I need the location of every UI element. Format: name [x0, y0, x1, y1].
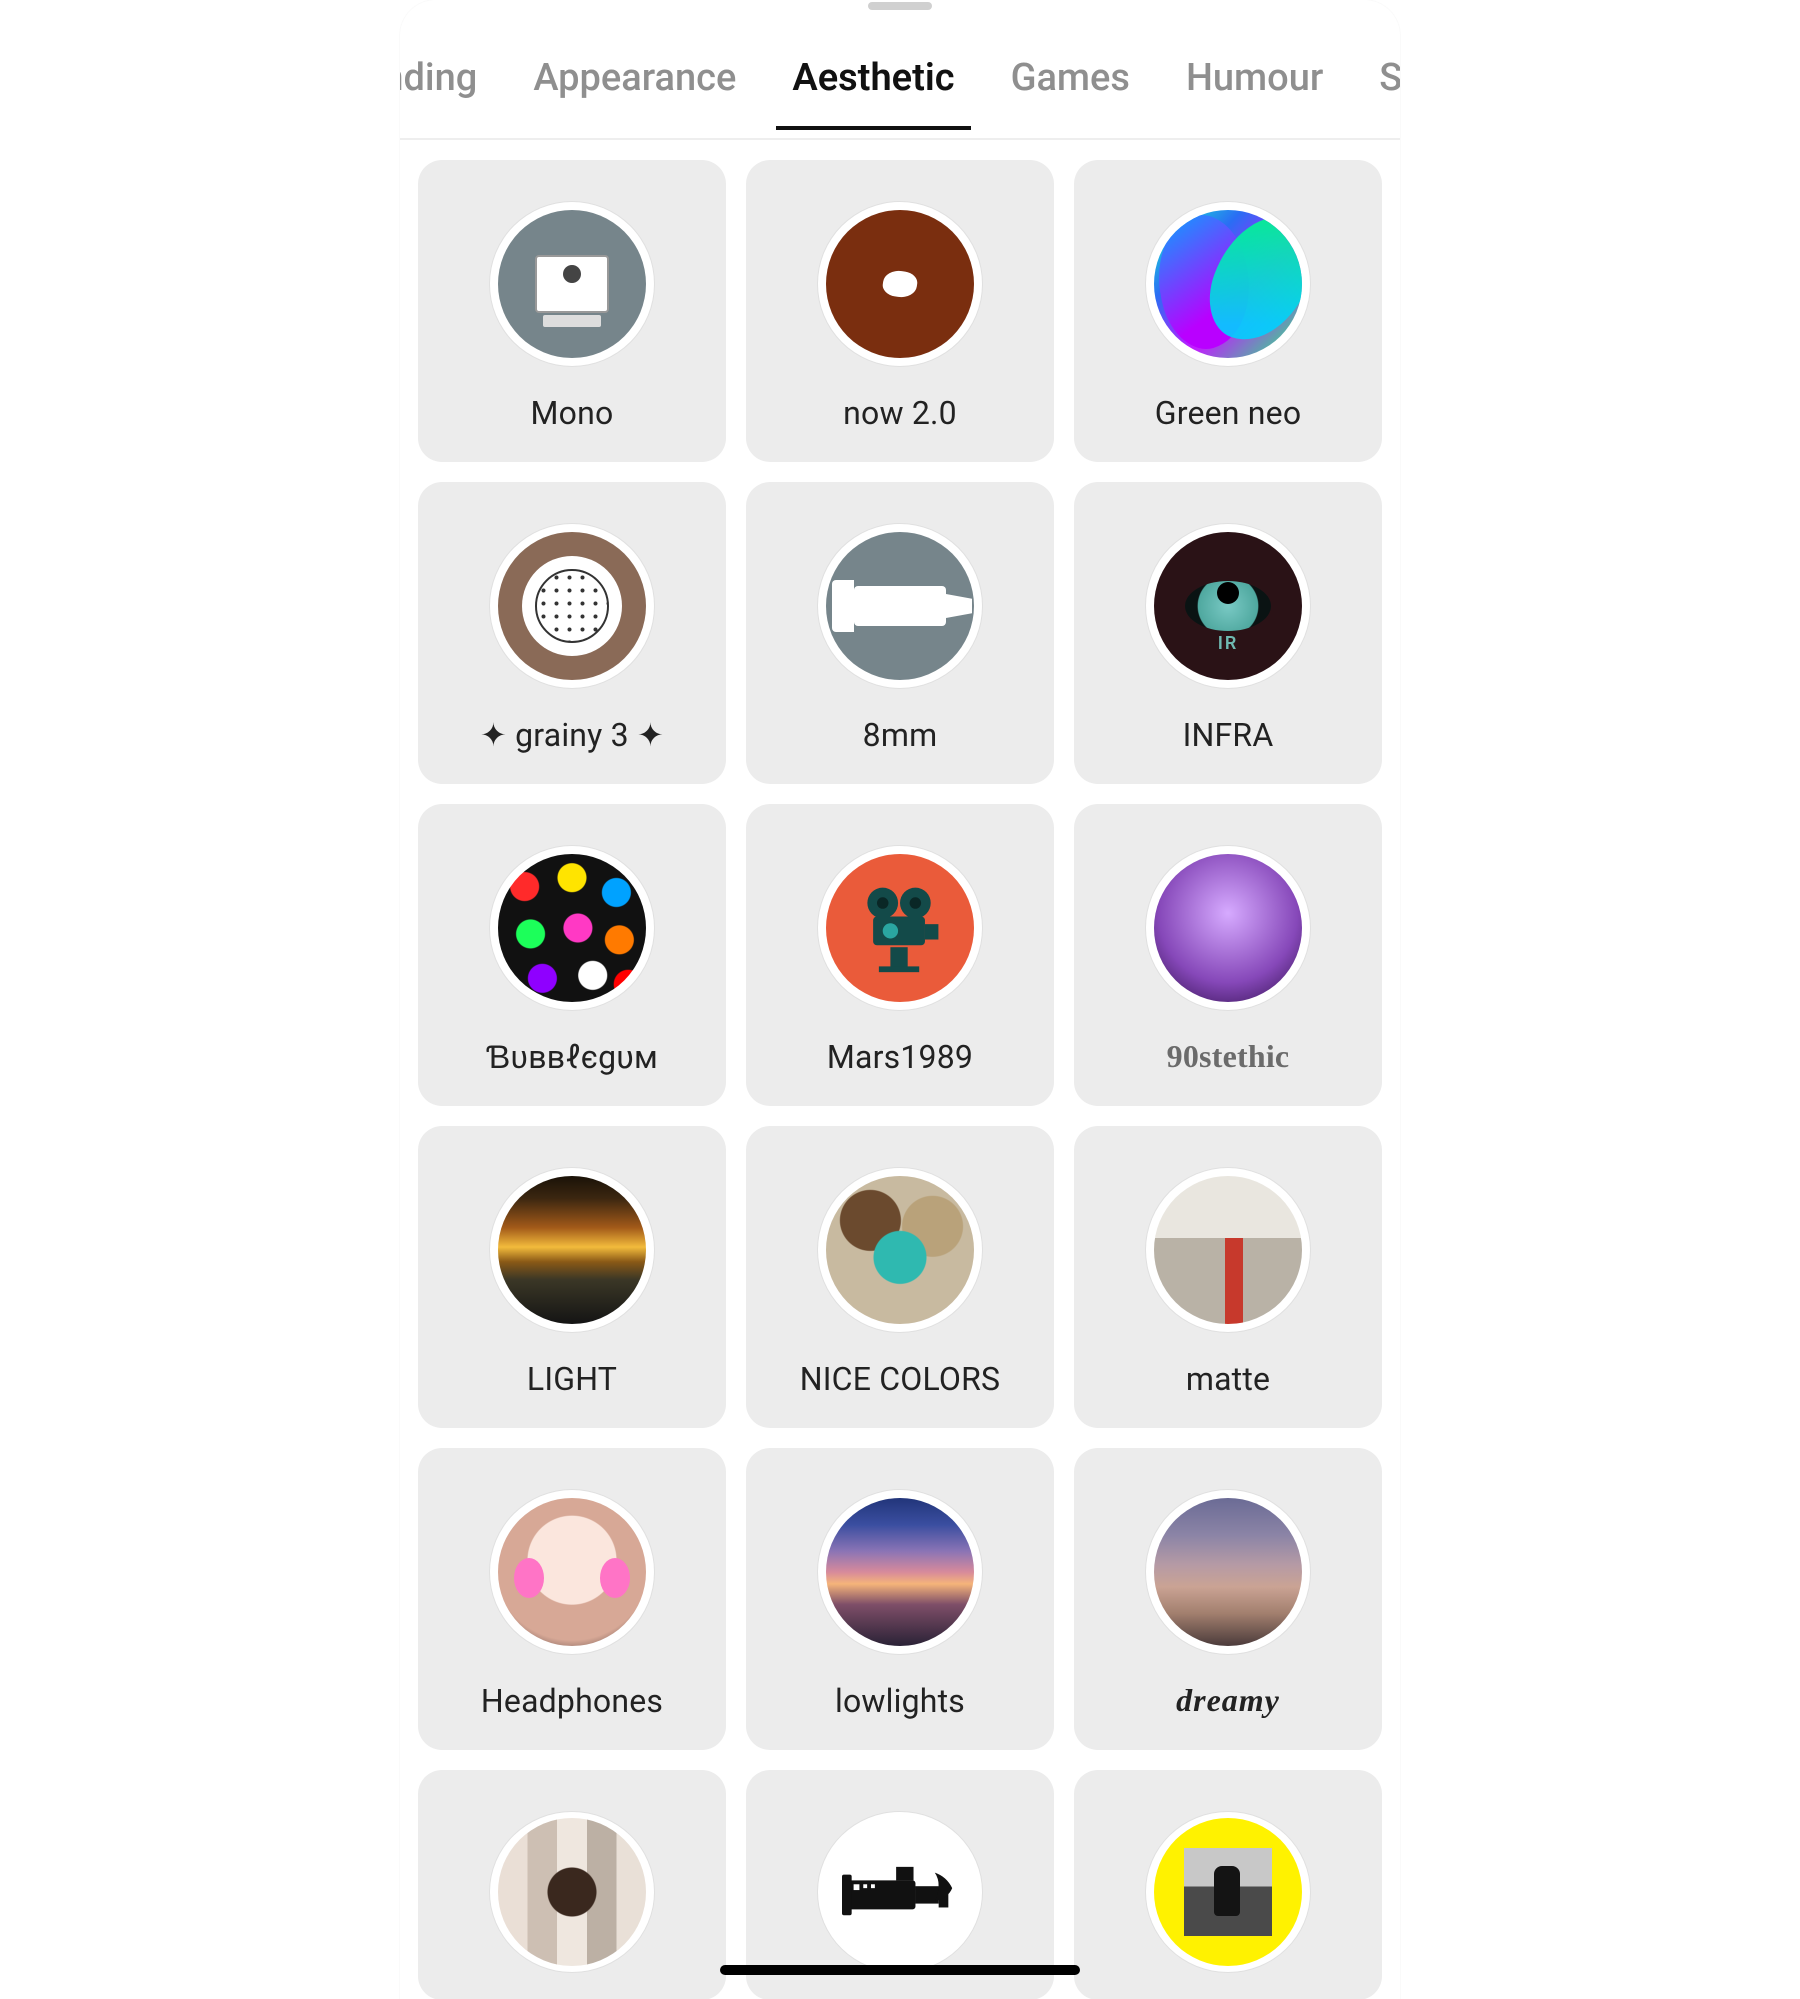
- filter-avatar: [490, 202, 654, 366]
- filter-card-8mm[interactable]: 8mm: [746, 482, 1054, 784]
- earth-tones-icon: [826, 1176, 974, 1324]
- tab-appearance[interactable]: Appearance: [505, 56, 764, 128]
- sheet-drag-handle[interactable]: [868, 2, 932, 10]
- yellow-square-photo-icon: [1154, 1818, 1302, 1966]
- filter-avatar: [1146, 846, 1310, 1010]
- filter-label: now 2.0: [843, 394, 957, 432]
- filter-avatar: [490, 1490, 654, 1654]
- filter-card-partial-1[interactable]: [418, 1770, 726, 1999]
- filter-card-nice-colors[interactable]: NICE COLORS: [746, 1126, 1054, 1428]
- dusk-clouds-icon: [1154, 1498, 1302, 1646]
- filter-card-matte[interactable]: matte: [1074, 1126, 1382, 1428]
- filter-label: Ɓʋввℓєgυм: [486, 1038, 658, 1076]
- filter-avatar: [1146, 1490, 1310, 1654]
- category-tabs: ending Appearance Aesthetic Games Humour…: [400, 46, 1400, 140]
- filter-avatar: [1146, 1812, 1310, 1972]
- filter-card-mono[interactable]: Mono: [418, 160, 726, 462]
- filter-label: 90stethic: [1167, 1038, 1290, 1075]
- filter-label: ✦ grainy 3 ✦: [480, 716, 664, 754]
- filter-card-lowlights[interactable]: lowlights: [746, 1448, 1054, 1750]
- filter-avatar: [490, 1168, 654, 1332]
- filter-avatar: [1146, 1168, 1310, 1332]
- filter-label: Headphones: [481, 1682, 663, 1720]
- filter-label: Green neo: [1155, 394, 1302, 432]
- movie-camera-svg: [852, 880, 948, 976]
- film-camera-icon: [826, 532, 974, 680]
- headphones-portrait-icon: [498, 1498, 646, 1646]
- filter-sheet: ending Appearance Aesthetic Games Humour…: [400, 0, 1400, 1999]
- filter-label: Mono: [531, 394, 614, 432]
- filter-avatar: [818, 1812, 982, 1972]
- filter-label: dreamy: [1176, 1682, 1280, 1719]
- filter-card-grainy3[interactable]: ✦ grainy 3 ✦: [418, 482, 726, 784]
- filter-card-headphones[interactable]: Headphones: [418, 1448, 726, 1750]
- filter-label: matte: [1186, 1360, 1270, 1398]
- polaroid-camera-icon: [498, 210, 646, 358]
- movie-camera-icon: [826, 854, 974, 1002]
- filter-label: Mars1989: [827, 1038, 973, 1076]
- filter-avatar: [818, 524, 982, 688]
- filter-card-bubblegum[interactable]: Ɓʋввℓєgυм: [418, 804, 726, 1106]
- tab-trending[interactable]: ending: [400, 56, 505, 128]
- purple-portrait-icon: [1154, 854, 1302, 1002]
- filter-label: NICE COLORS: [800, 1360, 1000, 1398]
- filter-label: LIGHT: [527, 1360, 617, 1398]
- infrared-eye-icon: IR: [1154, 532, 1302, 680]
- filter-card-90stethic[interactable]: 90stethic: [1074, 804, 1382, 1106]
- filter-avatar: [490, 524, 654, 688]
- filter-label: lowlights: [835, 1682, 965, 1720]
- street-building-icon: [1154, 1176, 1302, 1324]
- tab-games[interactable]: Games: [983, 56, 1158, 128]
- black-film-camera-icon: [826, 1818, 974, 1966]
- filter-card-mars1989[interactable]: Mars1989: [746, 804, 1054, 1106]
- motion-blur-portrait-icon: [498, 1818, 646, 1966]
- filter-avatar: [818, 846, 982, 1010]
- filter-label: 8mm: [863, 716, 938, 754]
- sunset-ocean-icon: [498, 1176, 646, 1324]
- filter-card-dreamy[interactable]: dreamy: [1074, 1448, 1382, 1750]
- filter-label: INFRA: [1183, 716, 1274, 754]
- tab-next-partial[interactable]: S: [1351, 56, 1400, 128]
- filter-card-now20[interactable]: now 2.0: [746, 160, 1054, 462]
- filter-avatar: [490, 846, 654, 1010]
- filter-avatar: IR: [1146, 524, 1310, 688]
- tab-aesthetic[interactable]: Aesthetic: [764, 56, 982, 128]
- filter-avatar: [818, 202, 982, 366]
- filter-avatar: [818, 1490, 982, 1654]
- home-indicator[interactable]: [720, 1965, 1080, 1975]
- sunset-sky-icon: [826, 1498, 974, 1646]
- filter-card-green-neo[interactable]: Green neo: [1074, 160, 1382, 462]
- grain-disc-icon: [498, 532, 646, 680]
- gumballs-icon: [498, 854, 646, 1002]
- tab-humour[interactable]: Humour: [1158, 56, 1351, 128]
- filter-avatar: [1146, 202, 1310, 366]
- brown-circle-icon: [826, 210, 974, 358]
- filter-card-infra[interactable]: IR INFRA: [1074, 482, 1382, 784]
- filter-card-partial-3[interactable]: [1074, 1770, 1382, 1999]
- filter-avatar: [490, 1812, 654, 1972]
- filter-card-light[interactable]: LIGHT: [418, 1126, 726, 1428]
- filter-avatar: [818, 1168, 982, 1332]
- filter-grid: Mono now 2.0 Green neo ✦ grainy 3 ✦: [418, 160, 1382, 1999]
- neon-leaves-icon: [1154, 210, 1302, 358]
